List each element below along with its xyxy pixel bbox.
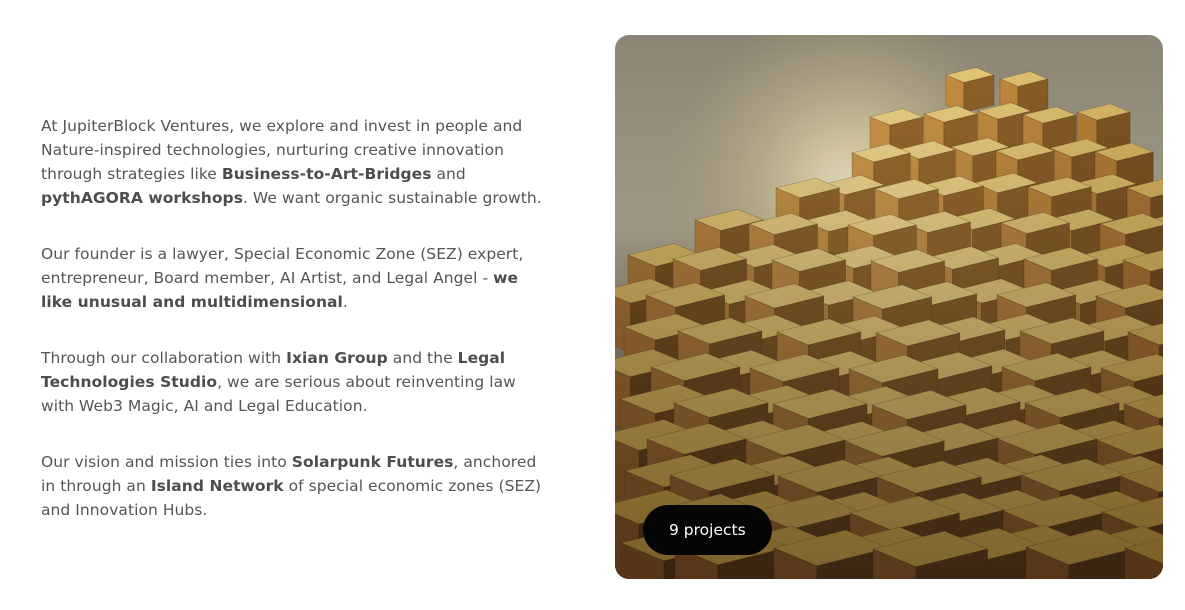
business-to-art-bridges-highlight: Business-to-Art-Bridges — [221, 165, 432, 183]
vision-text: Our vision and mission ties into — [41, 453, 292, 471]
collaboration-paragraph: Through our collaboration with Ixian Gro… — [41, 346, 546, 418]
intro-paragraph: At JupiterBlock Ventures, we explore and… — [41, 114, 546, 210]
projects-count-badge[interactable]: 9 projects — [643, 505, 772, 555]
founder-text: Our founder is a lawyer, Special Economi… — [41, 245, 524, 287]
vision-paragraph: Our vision and mission ties into Solarpu… — [41, 450, 546, 522]
hero-image-card[interactable]: 9 projects — [615, 35, 1163, 579]
island-network-highlight: Island Network — [150, 477, 284, 495]
intro-text: . We want organic sustainable growth. — [242, 189, 542, 207]
ixian-group-highlight: Ixian Group — [286, 349, 388, 367]
founder-text: . — [342, 293, 348, 311]
founder-paragraph: Our founder is a lawyer, Special Economi… — [41, 242, 546, 314]
collaboration-text: Through our collaboration with — [41, 349, 287, 367]
golden-cubes-image — [615, 35, 1163, 579]
solarpunk-futures-highlight: Solarpunk Futures — [291, 453, 454, 471]
intro-text: and — [431, 165, 466, 183]
collaboration-text: and the — [387, 349, 458, 367]
about-text: At JupiterBlock Ventures, we explore and… — [41, 114, 546, 554]
pythagora-workshops-highlight: pythAGORA workshops — [41, 189, 243, 207]
